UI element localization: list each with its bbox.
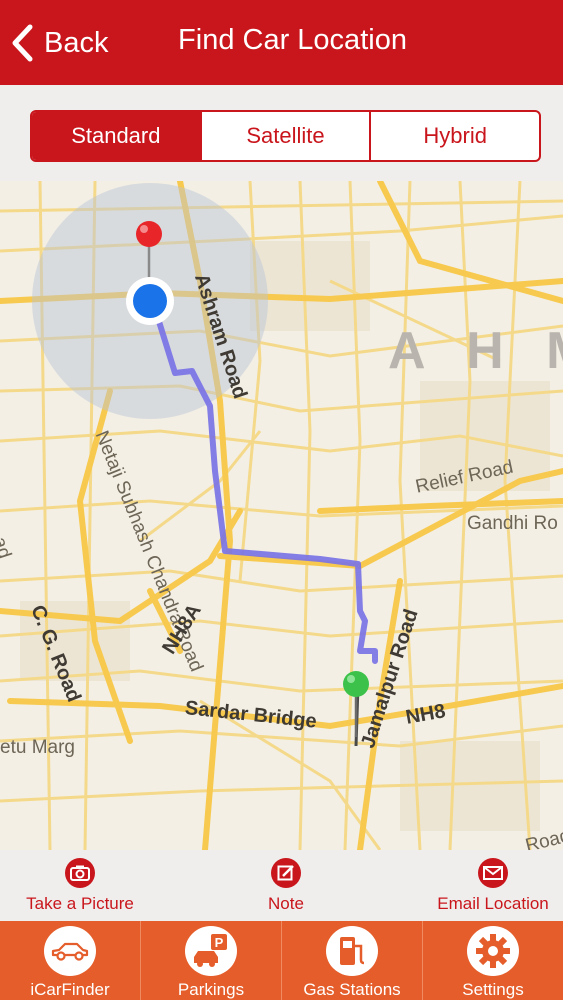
gear-icon [467,926,519,976]
tab-settings[interactable]: Settings [422,921,563,1000]
gas-station-icon [326,926,378,976]
map-view[interactable]: A H M Ashram Road Netaji Subhash Chandra… [0,181,563,850]
camera-icon [65,858,95,888]
map-type-standard[interactable]: Standard [32,112,200,160]
take-picture-button[interactable]: Take a Picture [26,858,134,914]
tab-gas-stations-label: Gas Stations [303,980,401,999]
map-label-city: A H M [388,322,563,380]
email-location-button[interactable]: Email Location [437,858,549,914]
note-label: Note [268,894,304,913]
map-type-segmented-control: Standard Satellite Hybrid [30,110,541,162]
page-title: Find Car Location [178,24,407,56]
tab-bar: iCarFinder P Parkings Gas Stations Setti… [0,921,563,1000]
take-picture-label: Take a Picture [26,894,134,913]
car-icon [44,926,96,976]
map-type-satellite[interactable]: Satellite [199,112,370,160]
tab-gas-stations[interactable]: Gas Stations [281,921,422,1000]
note-icon [271,858,301,888]
map-type-hybrid[interactable]: Hybrid [369,112,539,160]
car-location-pin-icon[interactable] [339,667,373,737]
action-bar: Take a Picture Note Email Location [0,850,563,921]
svg-text:P: P [215,935,224,950]
note-button[interactable]: Note [236,858,336,914]
tab-parkings-label: Parkings [177,980,245,999]
navigation-bar: Back Find Car Location [0,0,563,85]
email-location-label: Email Location [437,894,549,913]
map-type-bar: Standard Satellite Hybrid [0,85,563,181]
tab-parkings[interactable]: P Parkings [140,921,281,1000]
tab-icarfinder-label: iCarFinder [30,980,110,999]
parking-icon: P [185,926,237,976]
tab-settings-label: Settings [462,980,524,999]
app-screen: Back Find Car Location Standard Satellit… [0,0,563,1000]
email-icon [478,858,508,888]
tab-icarfinder[interactable]: iCarFinder [0,921,140,1000]
map-label-setu-marg: etu Marg [0,737,75,758]
current-location-icon[interactable] [123,274,177,328]
map-label-gandhi-road: Gandhi Ro [467,513,558,534]
